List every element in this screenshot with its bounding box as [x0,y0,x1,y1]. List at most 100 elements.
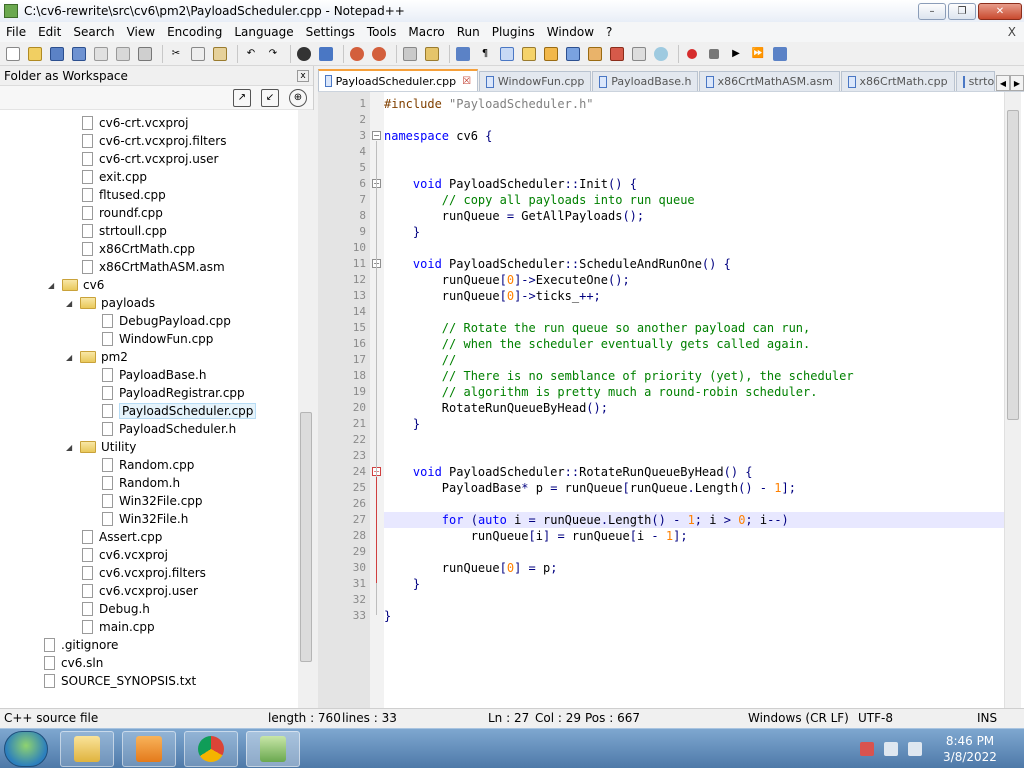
tree-file[interactable]: cv6.vcxproj [82,546,168,564]
monitoring-icon[interactable] [608,45,626,63]
code-line[interactable]: PayloadBase* p = runQueue[runQueue.Lengt… [384,480,796,496]
action-center-icon[interactable] [860,742,874,756]
menu-macro[interactable]: Macro [402,25,450,39]
tree-file[interactable]: strtoull.cpp [82,222,167,240]
code-line[interactable]: // when the scheduler eventually gets ca… [384,336,810,352]
close-file-icon[interactable] [92,45,110,63]
tree-file[interactable]: SOURCE_SYNOPSIS.txt [44,672,196,690]
save-icon[interactable] [48,45,66,63]
tree-file[interactable]: .gitignore [44,636,118,654]
code-line[interactable]: } [384,416,420,432]
start-button[interactable] [4,731,48,767]
chrome-taskbar-button[interactable] [184,731,238,767]
tree-file[interactable]: exit.cpp [82,168,147,186]
save-all-icon[interactable] [70,45,88,63]
replace-icon[interactable] [317,45,335,63]
code-line[interactable]: // [384,352,456,368]
menu-language[interactable]: Language [228,25,299,39]
network-icon[interactable] [884,742,898,756]
tree-scrollbar[interactable] [298,110,314,708]
code-line[interactable]: runQueue[0]->ticks_++; [384,288,601,304]
sync-horizontal-icon[interactable] [423,45,441,63]
tree-file[interactable]: WindowFun.cpp [102,330,213,348]
find-icon[interactable] [295,45,313,63]
status-insert-mode[interactable]: INS [977,711,997,725]
menu-help[interactable]: ? [600,25,618,39]
tree-file[interactable]: roundf.cpp [82,204,163,222]
code-line[interactable]: void PayloadScheduler::Init() { [384,176,637,192]
fold-margin[interactable]: −−−− [370,92,384,709]
code-line[interactable]: // There is no semblance of priority (ye… [384,368,854,384]
tree-file[interactable]: cv6-crt.vcxproj.user [82,150,218,168]
menu-settings[interactable]: Settings [300,25,361,39]
indent-guide-icon[interactable] [498,45,516,63]
minimize-button[interactable]: – [918,2,946,20]
tree-file[interactable]: cv6.vcxproj.user [82,582,198,600]
menu-search[interactable]: Search [67,25,120,39]
code-line[interactable]: // Rotate the run queue so another paylo… [384,320,810,336]
code-line[interactable]: runQueue[0] = p; [384,560,558,576]
editor-scrollbar[interactable] [1004,92,1021,709]
menu-tools[interactable]: Tools [361,25,403,39]
redo-icon[interactable]: ↷ [264,45,282,63]
volume-icon[interactable] [908,742,922,756]
code-line[interactable]: void PayloadScheduler::ScheduleAndRunOne… [384,256,731,272]
tree-file[interactable]: cv6-crt.vcxproj [82,114,188,132]
tree-folder[interactable]: ◢ pm2 [66,348,128,366]
tree-file[interactable]: Random.h [102,474,180,492]
tab-close-icon[interactable]: ☒ [462,76,471,87]
zoom-out-icon[interactable] [370,45,388,63]
tab-x86crtmath-cpp[interactable]: x86CrtMath.cpp [840,71,955,91]
record-macro-icon[interactable] [683,45,701,63]
code-line[interactable]: void PayloadScheduler::RotateRunQueueByH… [384,464,753,480]
tree-folder[interactable]: ◢ cv6 [48,276,104,294]
eye-icon[interactable] [652,45,670,63]
tree-expander-icon[interactable]: ◢ [48,281,56,290]
tree-file[interactable]: PayloadBase.h [102,366,206,384]
code-line[interactable]: RotateRunQueueByHead(); [384,400,608,416]
tree-file[interactable]: x86CrtMathASM.asm [82,258,225,276]
tree-file[interactable]: cv6-crt.vcxproj.filters [82,132,226,150]
panel-close-button[interactable]: x [297,69,309,82]
code-line[interactable]: runQueue[i] = runQueue[i - 1]; [384,528,688,544]
code-line[interactable]: // copy all payloads into run queue [384,192,695,208]
tab-x86crtmathasm-asm[interactable]: x86CrtMathASM.asm [699,71,840,91]
code-line[interactable]: } [384,608,391,624]
code-line[interactable]: } [384,576,420,592]
code-line[interactable]: runQueue[0]->ExecuteOne(); [384,272,630,288]
expand-all-icon[interactable]: ↗ [233,88,251,107]
undo-icon[interactable]: ↶ [242,45,260,63]
notepadpp-taskbar-button[interactable] [246,731,300,767]
status-eol[interactable]: Windows (CR LF) [748,711,849,725]
media-player-taskbar-button[interactable] [122,731,176,767]
doc-map-icon[interactable] [542,45,560,63]
collapse-all-icon[interactable]: ↙ [261,88,279,107]
udl-icon[interactable] [520,45,538,63]
tree-folder[interactable]: ◢ payloads [66,294,155,312]
tree-file[interactable]: Debug.h [82,600,150,618]
tab-windowfun-cpp[interactable]: WindowFun.cpp [479,71,592,91]
show-all-chars-icon[interactable]: ¶ [476,45,494,63]
new-file-icon[interactable] [4,45,22,63]
tree-file[interactable]: fltused.cpp [82,186,166,204]
sync-vertical-icon[interactable] [401,45,419,63]
zoom-in-icon[interactable] [348,45,366,63]
play-multiple-icon[interactable]: ⏩ [749,45,767,63]
code-line[interactable]: #include "PayloadScheduler.h" [384,96,594,112]
tab-scroll-left-icon[interactable]: ◀ [996,75,1010,91]
tree-file[interactable]: PayloadScheduler.cpp [102,402,257,420]
tab-payloadscheduler-cpp[interactable]: PayloadScheduler.cpp ☒ [318,69,479,91]
tree-scrollbar-thumb[interactable] [300,412,312,662]
tree-file[interactable]: cv6.sln [44,654,103,672]
stop-macro-icon[interactable] [705,45,723,63]
tree-file[interactable]: Assert.cpp [82,528,162,546]
function-list-icon[interactable] [564,45,582,63]
code-line[interactable]: // algorithm is pretty much a round-robi… [384,384,818,400]
code-area[interactable]: #include "PayloadScheduler.h" namespace c… [384,92,1004,709]
tree-folder[interactable]: ◢ Utility [66,438,136,456]
panel-icon[interactable] [630,45,648,63]
menu-view[interactable]: View [121,25,161,39]
menu-edit[interactable]: Edit [32,25,67,39]
close-all-icon[interactable] [114,45,132,63]
word-wrap-icon[interactable] [454,45,472,63]
